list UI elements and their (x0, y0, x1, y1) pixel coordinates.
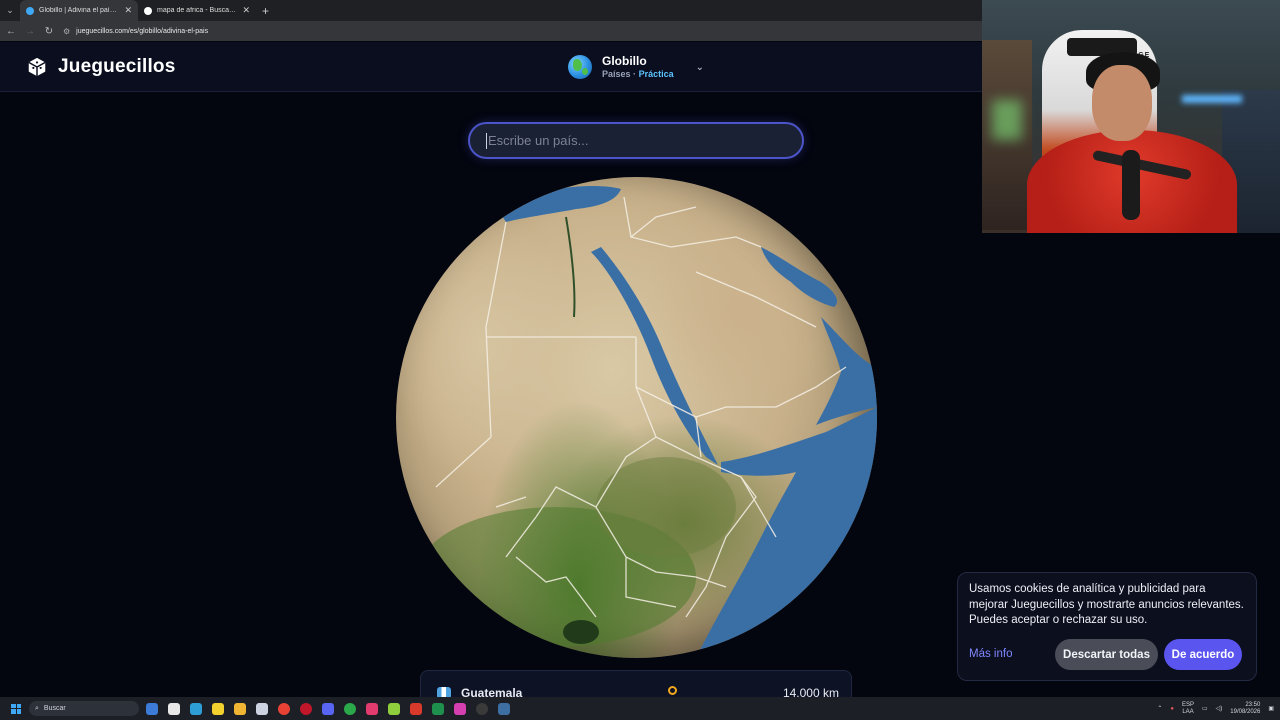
ambient-light (992, 100, 1022, 140)
taskbar-search[interactable]: ⌕ Buscar (29, 701, 139, 716)
game-mode-separator: · (633, 69, 637, 79)
microphone-icon[interactable]: ● (1170, 706, 1174, 712)
cookie-text: Usamos cookies de analítica y publicidad… (969, 583, 1244, 626)
favicon-icon (26, 6, 34, 15)
person-head (1092, 65, 1152, 141)
steam-icon[interactable] (498, 702, 510, 715)
forward-icon[interactable]: → (25, 26, 35, 37)
globe-map-drawing (416, 186, 877, 658)
clock-time: 23:50 (1245, 701, 1261, 708)
tab-globillo[interactable]: Globillo | Adivina el país o la ci ✕ (20, 0, 138, 21)
taskbar-search-label: Buscar (43, 705, 66, 712)
nile-river (565, 216, 576, 318)
snipping-icon[interactable] (256, 702, 268, 715)
ambient-light (1182, 95, 1242, 103)
new-tab-icon[interactable]: + (256, 4, 275, 18)
game-icon[interactable] (454, 702, 466, 715)
microphone (1122, 150, 1140, 220)
globe-map[interactable] (396, 177, 877, 658)
volume-icon[interactable]: ◁) (1216, 705, 1223, 712)
back-icon[interactable]: ← (6, 26, 16, 37)
edge-icon[interactable] (190, 702, 202, 715)
game-title: Globillo (602, 54, 647, 68)
close-icon[interactable]: ✕ (242, 5, 250, 16)
search-icon: ⌕ (35, 704, 39, 712)
cube-icon (28, 57, 46, 77)
url-text: jueguecillos.com/es/globillo/adivina-el-… (76, 27, 209, 35)
game-mode-label: Países (602, 69, 631, 79)
tab-title: Globillo | Adivina el país o la ci (39, 7, 120, 14)
excel-icon[interactable] (432, 702, 444, 715)
chevron-down-icon[interactable]: ⌄ (696, 62, 704, 73)
calendar-icon[interactable] (410, 702, 422, 715)
chrome-icon[interactable] (278, 702, 290, 715)
google-icon (144, 6, 152, 15)
accept-button[interactable]: De acuerdo (1164, 639, 1242, 670)
language-indicator[interactable]: ESP LAA (1182, 702, 1194, 716)
tab-google-search[interactable]: mapa de africa - Buscar con Go ✕ (138, 0, 256, 21)
persian-gulf (761, 247, 838, 307)
opera-icon[interactable] (300, 702, 312, 715)
game-selector[interactable]: Globillo Países · Práctica ⌄ (568, 54, 704, 80)
xbox-icon[interactable] (344, 702, 356, 715)
mediterranean-sea (496, 186, 621, 222)
site-logo[interactable]: Jueguecillos (26, 56, 176, 78)
chevron-up-icon[interactable]: ⌃ (1157, 705, 1162, 712)
more-info-link[interactable]: Más info (969, 648, 1012, 660)
taskbar: ⌕ Buscar ⌃ ● ESP LAA ▭ ◁) 23:50 19/08/20… (0, 697, 1280, 720)
close-icon[interactable]: ✕ (124, 5, 132, 16)
url-field[interactable]: ⚙ jueguecillos.com/es/globillo/adivina-e… (63, 27, 208, 36)
folder-icon[interactable] (234, 702, 246, 715)
discord-icon[interactable] (322, 702, 334, 715)
proximity-marker-icon (668, 686, 677, 695)
site-info-icon[interactable]: ⚙ (63, 27, 70, 36)
notes-icon[interactable] (212, 702, 224, 715)
windows-start-icon[interactable] (11, 703, 21, 714)
reject-all-button[interactable]: Descartar todas (1055, 639, 1158, 670)
text-caret (486, 132, 487, 149)
game-mode: Países · Práctica (602, 68, 674, 80)
webcam-overlay: VERTAGE (982, 0, 1280, 233)
arabian-sea (816, 317, 877, 425)
site-header: Jueguecillos Globillo Países · Práctica … (0, 42, 982, 92)
notification-icon[interactable]: ▣ (1268, 705, 1274, 712)
search-placeholder: Escribe un país... (488, 133, 589, 148)
tab-search-icon[interactable]: ⌄ (0, 0, 20, 21)
practice-label: Práctica (638, 69, 674, 79)
obs-icon[interactable] (476, 702, 488, 715)
taskbar-apps (146, 702, 510, 715)
media-player-icon[interactable] (366, 702, 378, 715)
file-explorer-icon[interactable] (146, 702, 158, 715)
network-icon[interactable]: ▭ (1202, 705, 1208, 712)
logo-text: Jueguecillos (58, 56, 176, 77)
play-icon[interactable] (388, 702, 400, 715)
cookie-banner: Usamos cookies de analítica y publicidad… (957, 572, 1257, 681)
store-icon[interactable] (168, 702, 180, 715)
clock-date: 19/08/2026 (1230, 708, 1261, 715)
language-bottom: LAA (1182, 708, 1194, 715)
globe-icon (568, 55, 592, 79)
tab-title: mapa de africa - Buscar con Go (157, 7, 237, 14)
system-tray: ⌃ ● ESP LAA ▭ ◁) 23:50 19/08/2026 ▣ (1157, 697, 1274, 720)
language-top: ESP (1181, 701, 1194, 708)
reload-icon[interactable]: ↻ (44, 26, 54, 37)
clock[interactable]: 23:50 19/08/2026 (1230, 702, 1260, 716)
country-search-input[interactable]: Escribe un país... (468, 122, 804, 159)
